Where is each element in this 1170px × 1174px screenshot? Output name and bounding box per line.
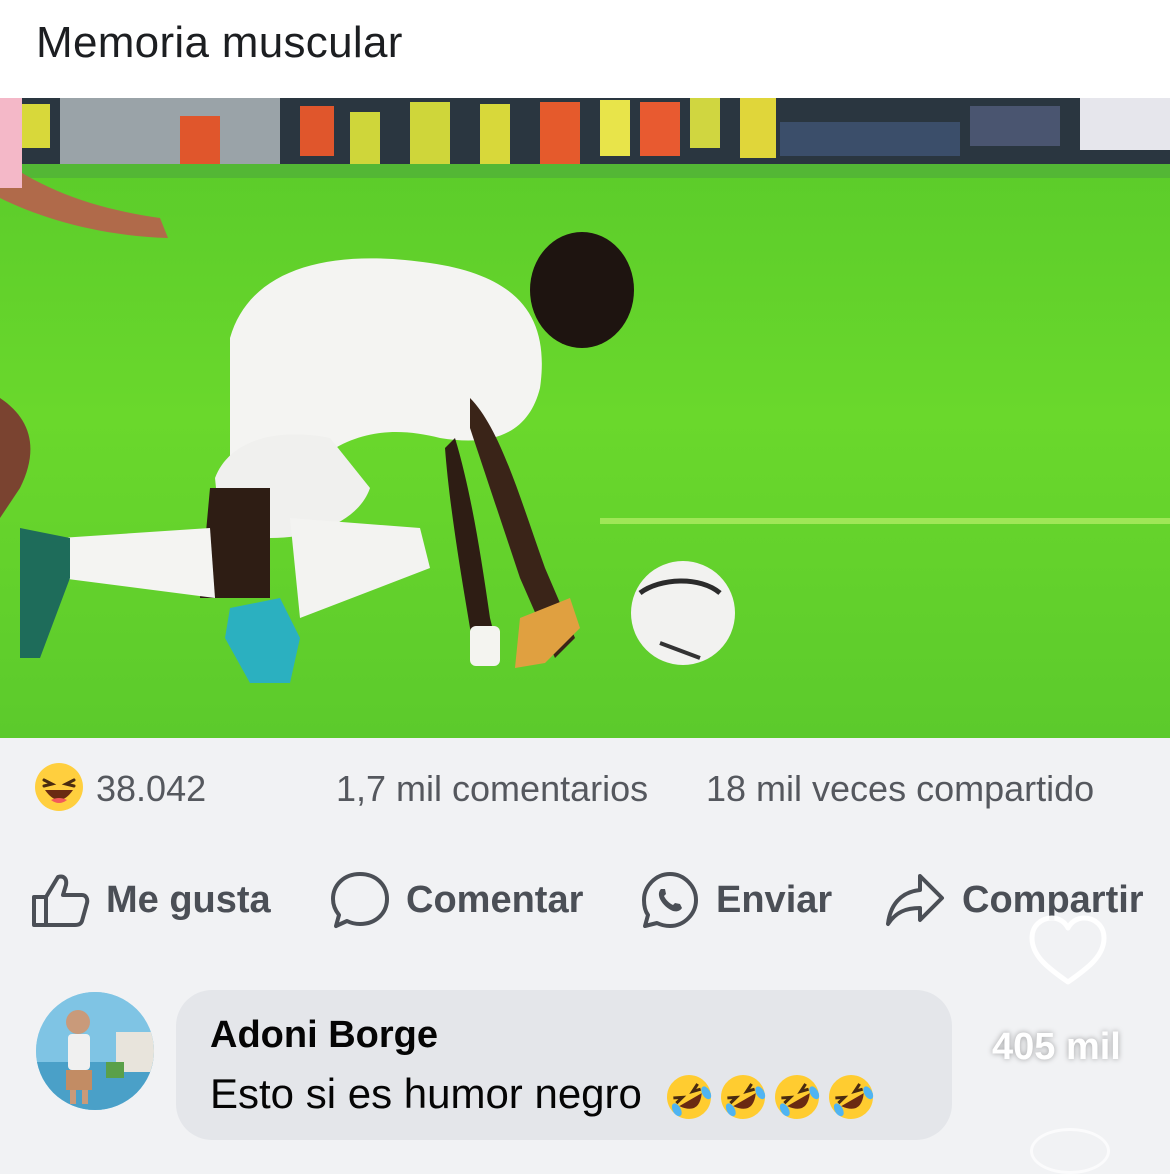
rolling-on-floor-laughing-icon [666,1074,711,1119]
post-video[interactable] [0,98,1170,738]
comment-text: Esto si es humor negro [210,1070,642,1117]
comment-bubble-icon [331,872,389,928]
comment-bubble[interactable]: Adoni Borge Esto si es humor negro [176,990,952,1140]
post-caption: Memoria muscular [36,18,403,67]
rolling-on-floor-laughing-icon [828,1074,873,1119]
like-label: Me gusta [106,878,271,921]
overlay-partial-icon [1030,1128,1110,1174]
reaction-count[interactable]: 38.042 [96,768,206,810]
send-button[interactable]: Enviar [640,870,832,930]
emoji-row [664,1072,876,1122]
video-frame [0,98,1170,738]
shares-count[interactable]: 18 mil veces compartido [706,768,1094,810]
whatsapp-icon [642,872,698,928]
post-stats: 38.042 1,7 mil comentarios 18 mil veces … [0,738,1170,848]
comment-button[interactable]: Comentar [330,870,583,930]
heart-outline-icon[interactable] [1028,914,1108,988]
overlay-like-count: 405 mil [992,1026,1121,1068]
rolling-on-floor-laughing-icon [774,1074,819,1119]
comment-text-line: Esto si es humor negro [210,1070,876,1122]
send-label: Enviar [716,878,833,921]
post-caption-bar: Memoria muscular [0,0,1170,98]
comments-count[interactable]: 1,7 mil comentarios [336,768,648,810]
avatar-photo [36,992,154,1110]
share-arrow-icon [886,874,944,926]
post-actions: Me gusta Comentar Enviar Compartir [0,848,1170,958]
comment-author[interactable]: Adoni Borge [210,1014,438,1057]
rolling-on-floor-laughing-icon [720,1074,765,1119]
comment-label: Comentar [406,878,584,921]
avatar[interactable] [36,992,154,1110]
thumbs-up-icon [32,874,90,927]
laughing-face-icon[interactable] [34,762,84,812]
like-button[interactable]: Me gusta [30,870,271,930]
